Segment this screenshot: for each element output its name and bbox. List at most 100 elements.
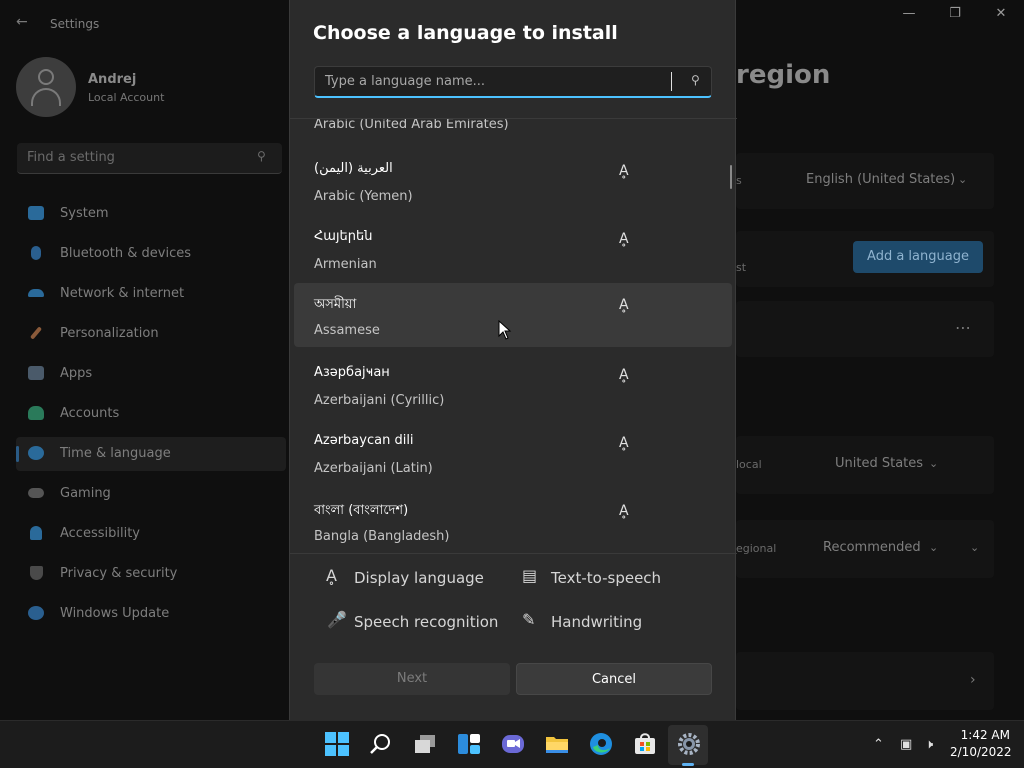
language-english-name: Azerbaijani (Latin) <box>314 461 433 476</box>
sidebar-item-system[interactable]: System <box>16 197 286 231</box>
legend-text-to-speech: Text-to-speech <box>551 569 662 587</box>
language-list[interactable]: Arabic (United Arab Emirates) العربية (ا… <box>290 118 737 554</box>
list-item[interactable]: العربية (اليمن) Arabic (Yemen) Ḁ <box>294 149 732 213</box>
file-explorer-icon[interactable] <box>544 731 570 757</box>
list-item[interactable]: বাংলা (বাংলাদেশ) Bangla (Bangladesh) Ḁ <box>294 489 732 553</box>
scrollbar-thumb[interactable] <box>730 165 732 189</box>
person-icon <box>28 406 44 420</box>
legend-handwriting: Handwriting <box>551 613 643 631</box>
sidebar-item-label: System <box>60 206 109 221</box>
add-language-button[interactable]: Add a language <box>853 241 983 273</box>
country-value[interactable]: United States <box>835 456 923 471</box>
avatar-head-icon <box>38 69 54 85</box>
chevron-down-icon[interactable]: ⌄ <box>958 173 967 186</box>
sidebar-item-windows-update[interactable]: Windows Update <box>16 597 286 631</box>
display-language-icon: Ḁ <box>619 503 629 519</box>
bluetooth-icon <box>31 246 41 260</box>
store-icon[interactable] <box>632 731 658 757</box>
active-app-indicator <box>682 763 694 766</box>
language-native-name: Azərbaycan dili <box>314 433 414 448</box>
language-english-name: Armenian <box>314 257 377 272</box>
sidebar-item-label: Accounts <box>60 406 120 421</box>
expand-chevron-icon[interactable]: ⌄ <box>970 541 979 554</box>
display-language-icon: Ḁ <box>619 367 629 383</box>
sidebar-item-label: Time & language <box>60 446 171 461</box>
legend-display-language: Display language <box>354 569 484 587</box>
widgets-icon[interactable] <box>456 731 482 757</box>
minimize-button[interactable]: — <box>886 6 932 28</box>
sidebar-item-bluetooth[interactable]: Bluetooth & devices <box>16 237 286 271</box>
microphone-icon: 🎤 <box>327 610 347 629</box>
regional-format-value[interactable]: Recommended <box>823 540 921 555</box>
accessibility-icon <box>30 526 42 540</box>
search-icon[interactable] <box>368 731 394 757</box>
sidebar-item-network[interactable]: Network & internet <box>16 277 286 311</box>
volume-muted-icon[interactable]: 🕨 <box>925 737 933 752</box>
chat-icon[interactable] <box>500 731 526 757</box>
monitor-icon <box>28 206 44 220</box>
card-label: st <box>736 261 747 274</box>
list-item[interactable]: Azərbaycan dili Azerbaijani (Latin) Ḁ <box>294 421 732 485</box>
list-item[interactable]: Հայերեն Armenian Ḁ <box>294 217 732 281</box>
legend-speech-recognition: Speech recognition <box>354 613 499 631</box>
dialog-title: Choose a language to install <box>313 22 618 44</box>
clock-date[interactable]: 2/10/2022 <box>950 745 1012 759</box>
avatar-body-icon <box>31 88 61 106</box>
sidebar-item-label: Gaming <box>60 486 111 501</box>
sidebar-item-time-language[interactable]: Time & language <box>16 437 286 471</box>
sidebar-item-label: Network & internet <box>60 286 185 301</box>
text-caret <box>671 72 672 91</box>
display-language-value[interactable]: English (United States) <box>806 172 955 187</box>
next-button[interactable]: Next <box>314 663 510 695</box>
display-language-card: s English (United States) ⌄ <box>736 153 994 209</box>
sidebar-item-label: Apps <box>60 366 93 381</box>
list-item[interactable]: Arabic (United Arab Emirates) <box>314 119 509 132</box>
chevron-down-icon[interactable]: ⌄ <box>929 457 938 470</box>
task-view-icon[interactable] <box>412 731 438 757</box>
sidebar-item-label: Privacy & security <box>60 566 178 581</box>
maximize-button[interactable]: ❐ <box>932 6 978 28</box>
cancel-button[interactable]: Cancel <box>516 663 712 695</box>
back-arrow-icon[interactable]: ← <box>16 14 28 30</box>
more-options-icon[interactable]: ⋯ <box>955 318 972 337</box>
handwriting-icon: ✎ <box>522 610 536 629</box>
sidebar-item-privacy[interactable]: Privacy & security <box>16 557 286 591</box>
avatar[interactable] <box>16 57 76 117</box>
update-icon <box>28 606 44 620</box>
sidebar-item-label: Accessibility <box>60 526 140 541</box>
language-native-name: অসমীয়া <box>314 297 357 312</box>
sidebar-item-gaming[interactable]: Gaming <box>16 477 286 511</box>
card-label: local <box>736 458 762 471</box>
text-to-speech-icon: ▤ <box>522 566 538 585</box>
sidebar-item-accounts[interactable]: Accounts <box>16 397 286 431</box>
display-language-icon: Ḁ <box>326 566 337 585</box>
brush-icon <box>29 326 43 340</box>
list-item[interactable]: অসমীয়া Assamese Ḁ <box>294 283 732 347</box>
chevron-up-icon[interactable]: ⌃ <box>873 737 884 752</box>
edge-icon[interactable] <box>588 731 614 757</box>
settings-icon[interactable] <box>676 731 702 757</box>
search-icon: ⚲ <box>257 149 266 163</box>
language-native-name: Азәрбајҹан <box>314 365 390 380</box>
start-icon[interactable] <box>324 731 350 757</box>
sidebar-item-personalization[interactable]: Personalization <box>16 317 286 351</box>
list-item[interactable]: Азәрбајҹан Azerbaijani (Cyrillic) Ḁ <box>294 353 732 417</box>
related-settings-card[interactable]: › <box>736 652 994 710</box>
language-search-input[interactable]: Type a language name... ⚲ <box>314 66 712 98</box>
chevron-down-icon[interactable]: ⌄ <box>929 541 938 554</box>
taskbar: ⌃ ▣ 🕨 1:42 AM 2/10/2022 <box>0 720 1024 768</box>
display-language-icon: Ḁ <box>619 435 629 451</box>
page-title: region <box>736 60 831 90</box>
find-setting-input[interactable]: Find a setting ⚲ <box>17 143 282 174</box>
display-language-icon: Ḁ <box>619 231 629 247</box>
clock-time[interactable]: 1:42 AM <box>958 728 1010 742</box>
sidebar-item-apps[interactable]: Apps <box>16 357 286 391</box>
sidebar-item-accessibility[interactable]: Accessibility <box>16 517 286 551</box>
language-native-name: Հայերեն <box>314 229 373 244</box>
sidebar-item-label: Windows Update <box>60 606 170 621</box>
search-icon[interactable]: ⚲ <box>691 73 700 87</box>
close-button[interactable]: ✕ <box>978 6 1024 28</box>
network-icon[interactable]: ▣ <box>900 737 912 752</box>
display-language-icon: Ḁ <box>619 297 629 313</box>
card-label: egional <box>736 542 777 555</box>
